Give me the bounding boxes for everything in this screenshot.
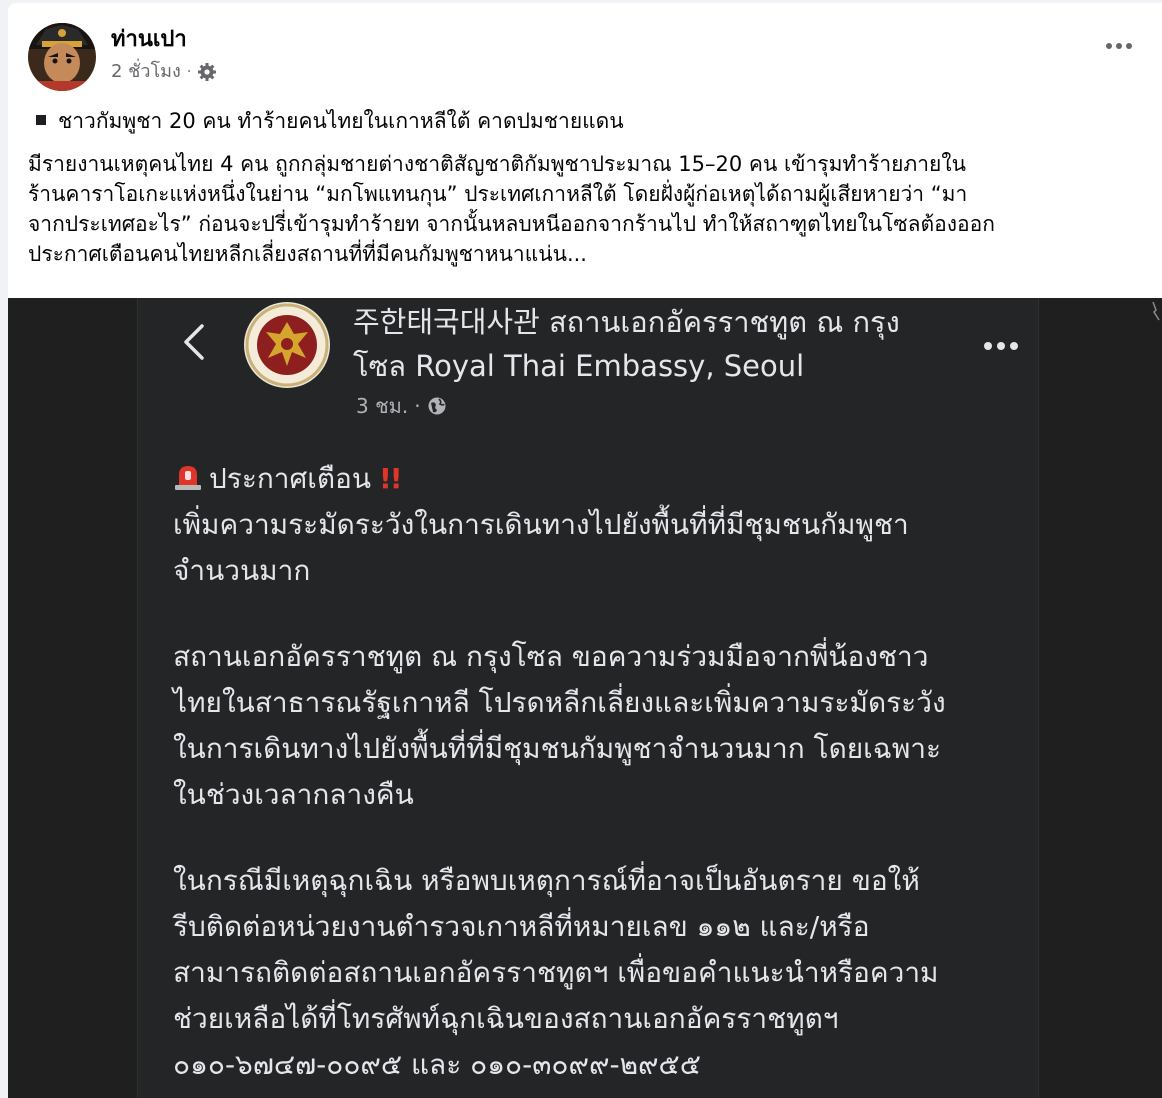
meta-separator: · (414, 394, 421, 418)
body-line: จากประเทศอะไร” ก่อนจะปรี่เข้ารุมทำร้ายท … (28, 212, 995, 236)
phone-numbers: ๐๑๐-๖๗๔๗-๐๐๙๕ และ ๐๑๐-๓๐๙๙-๒๙๕๕ (173, 1048, 701, 1081)
body-line: ร้านคาราโอเกะแห่งหนึ่งในย่าน “มกโพแทนกุน… (28, 182, 968, 206)
paragraph-line: ช่วยเหลือได้ที่โทรศัพท์ฉุกเฉินของสถานเอก… (173, 1002, 839, 1035)
avatar-image (28, 23, 96, 91)
more-dot (997, 342, 1005, 350)
body-line: มีรายงานเหตุคนไทย 4 คน ถูกกลุ่มชายต่างชา… (28, 152, 966, 176)
page-name-line: 주한태국대사관 สถานเอกอัครราชทูต ณ กรุง (353, 305, 900, 339)
post-card: ท่านเปา 2 ชั่วโมง · ชาวกัมพูชา 20 คน ทำร… (8, 3, 1162, 1098)
alert-title-line: ประกาศเตือน!! (173, 456, 1033, 502)
double-exclamation-icon: !! (379, 462, 403, 495)
paragraph-line: ในกรณีมีเหตุฉุกเฉิน หรือพบเหตุการณ์ที่อา… (173, 864, 920, 897)
more-dot (1106, 43, 1112, 49)
embedded-post-screenshot: 주한태국대사관 สถานเอกอัครราชทูต ณ กรุง โซล Roy… (138, 298, 1160, 1098)
avatar[interactable] (28, 23, 96, 91)
embedded-post-meta: 3 ชม. · (356, 390, 447, 422)
embedded-page-name: 주한태국대사관 สถานเอกอัครราชทูต ณ กรุง โซล Roy… (353, 300, 900, 388)
post-header: ท่านเปา 2 ชั่วโมง · (8, 3, 1162, 93)
attached-image[interactable]: 주한태국대사관 สถานเอกอัครราชทูต ณ กรุง โซล Roy… (8, 298, 1162, 1098)
paragraph-line: ไทยในสาธารณรัฐเกาหลี โปรดหลีกเลี่ยงและเพ… (173, 686, 946, 719)
post-headline: ชาวกัมพูชา 20 คน ทำร้ายคนไทยในเกาหลีใต้ … (36, 106, 624, 136)
post-time[interactable]: 2 ชั่วโมง (111, 59, 181, 85)
embedded-post-time: 3 ชม. (356, 394, 409, 418)
more-dot (1116, 43, 1122, 49)
author-name[interactable]: ท่านเปา (111, 25, 187, 55)
paragraph-line: จำนวนมาก (173, 554, 311, 587)
image-artifact (1152, 301, 1160, 321)
embedded-post-body: ประกาศเตือน!! เพิ่มความระมัดระวังในการเด… (173, 456, 1033, 1088)
more-dot (1010, 342, 1018, 350)
headline-text: ชาวกัมพูชา 20 คน ทำร้ายคนไทยในเกาหลีใต้ … (58, 109, 624, 133)
gear-icon[interactable] (197, 62, 217, 82)
globe-icon (428, 397, 446, 415)
meta-separator: · (186, 64, 192, 80)
paragraph-line: ในการเดินทางไปยังพื้นที่ที่มีชุมชนกัมพูช… (173, 732, 942, 765)
back-chevron-icon (184, 324, 204, 360)
paragraph-line: เพิ่มความระมัดระวังในการเดินทางไปยังพื้น… (173, 508, 909, 541)
paragraph-line: สถานเอกอัครราชทูต ณ กรุงโซล ขอความร่วมมื… (173, 640, 929, 673)
more-options-icon[interactable] (1106, 43, 1132, 49)
post-body: มีรายงานเหตุคนไทย 4 คน ถูกกลุ่มชายต่างชา… (28, 149, 1138, 269)
body-line[interactable]: ประกาศเตือนคนไทยหลีกเลี่ยงสถานที่ที่มีคน… (28, 239, 1138, 269)
post-meta: 2 ชั่วโมง · (111, 59, 217, 85)
paragraph-line: รีบติดต่อหน่วยงานตำรวจเกาหลีที่หมายเลข ๑… (173, 910, 870, 943)
page-name-line: โซล Royal Thai Embassy, Seoul (353, 349, 805, 383)
alert-title: ประกาศเตือน (209, 462, 372, 495)
more-dot (1126, 43, 1132, 49)
more-dot (984, 342, 992, 350)
embassy-emblem (244, 302, 330, 388)
more-options-icon (984, 342, 1018, 350)
paragraph-line: ในช่วงเวลากลางคืน (173, 778, 414, 811)
square-bullet-icon (36, 115, 46, 125)
paragraph-line: สามารถติดต่อสถานเอกอัครราชทูตฯ เพื่อขอคำ… (173, 956, 939, 989)
siren-icon (175, 466, 201, 490)
